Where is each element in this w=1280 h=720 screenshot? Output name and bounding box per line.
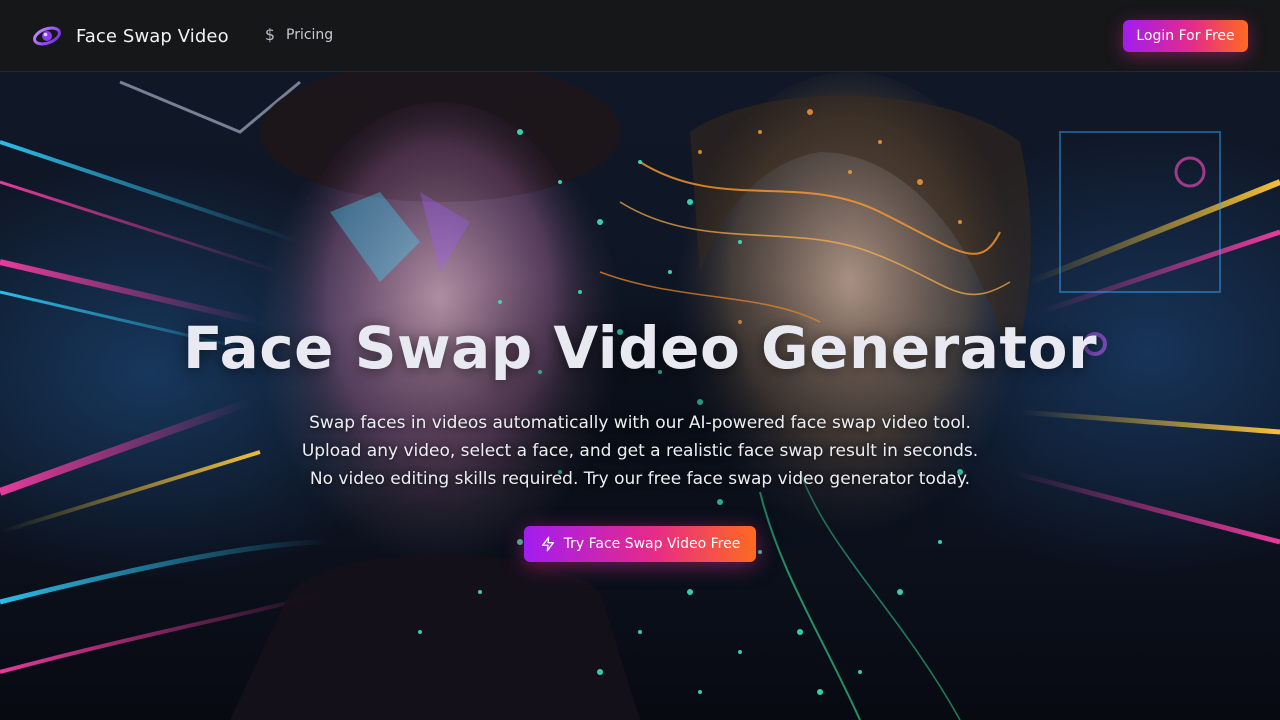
brand-name: Face Swap Video: [76, 25, 229, 47]
brand-link[interactable]: Face Swap Video: [32, 22, 229, 50]
login-button[interactable]: Login For Free: [1123, 20, 1248, 52]
hero-description-line: Swap faces in videos automatically with …: [309, 413, 971, 433]
top-navbar: Face Swap Video $ Pricing Login For Free: [0, 0, 1280, 72]
hero-title: Face Swap Video Generator: [182, 314, 1098, 382]
dollar-icon: $: [264, 25, 276, 44]
hero-description-line: No video editing skills required. Try ou…: [309, 469, 971, 489]
hero-description-line: Upload any video, select a face, and get…: [301, 441, 979, 461]
try-face-swap-button[interactable]: Try Face Swap Video Free: [524, 526, 756, 562]
lightning-bolt-icon: [541, 536, 554, 552]
hero-section: Face Swap Video Generator Swap faces in …: [0, 72, 1280, 720]
swirl-logo-icon: [33, 26, 61, 46]
nav-pricing-link[interactable]: $ Pricing: [262, 25, 333, 44]
try-face-swap-label: Try Face Swap Video Free: [563, 536, 741, 552]
nav-pricing-label: Pricing: [286, 26, 334, 43]
hero-description: Swap faces in videos automatically with …: [240, 409, 1040, 493]
hero-text-shade: [0, 72, 1280, 720]
